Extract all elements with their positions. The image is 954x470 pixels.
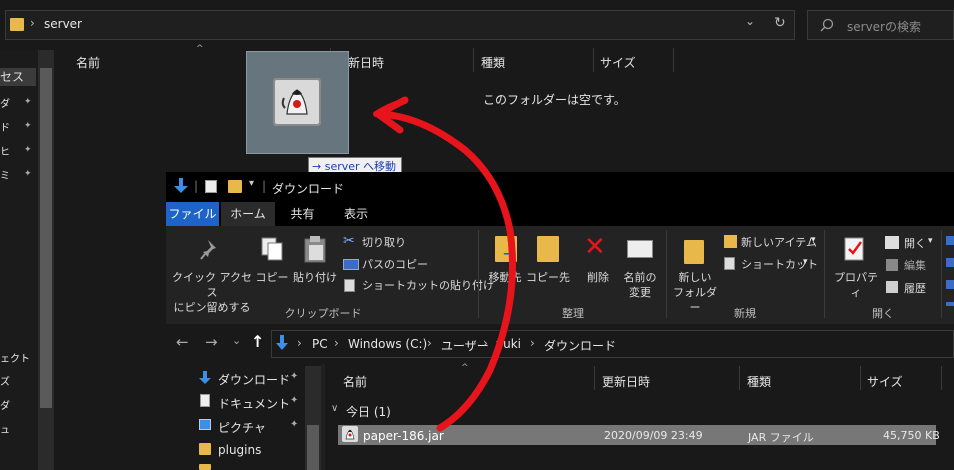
red-annotation-arrow — [373, 96, 516, 432]
